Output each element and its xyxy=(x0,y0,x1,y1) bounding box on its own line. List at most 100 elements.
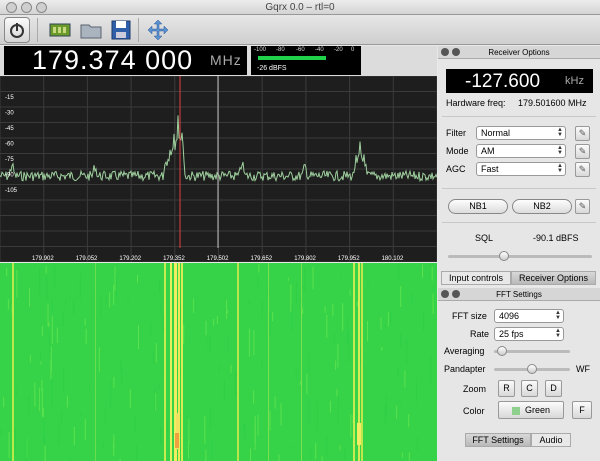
mode-options-button[interactable]: ✎ xyxy=(575,144,590,159)
meter-level-bar xyxy=(258,56,327,60)
agc-value: Fast xyxy=(481,164,499,174)
zoom-window-button[interactable] xyxy=(36,2,47,13)
fill-toggle-button[interactable]: F xyxy=(572,401,592,419)
spectrum-x-tick-label: 179.902 xyxy=(32,256,54,262)
spectrum-canvas[interactable]: -15 -30 -45 -60 -75 -90 -105 179.902 179.052 179… xyxy=(0,76,437,262)
filter-options-button[interactable]: ✎ xyxy=(575,126,590,141)
filter-value: Normal xyxy=(481,128,511,138)
hardware-icon[interactable] xyxy=(48,18,72,42)
meter-scale-label: -40 xyxy=(315,47,324,53)
zoom-demod-button[interactable]: D xyxy=(545,380,562,397)
folder-icon[interactable] xyxy=(79,18,103,42)
receiver-options-title: Receiver Options xyxy=(488,48,550,57)
float-dock-icon[interactable] xyxy=(441,290,449,298)
close-dock-icon[interactable] xyxy=(452,48,460,56)
wrench-icon: ✎ xyxy=(578,128,587,138)
filter-label: Filter xyxy=(446,128,466,138)
rate-label: Rate xyxy=(470,329,490,339)
meter-scale-label: -60 xyxy=(296,47,305,53)
agc-options-button[interactable]: ✎ xyxy=(575,162,590,177)
offset-value[interactable]: -127.600 xyxy=(465,71,540,93)
zoom-label: Zoom xyxy=(463,384,487,394)
hardware-freq-label: Hardware freq: xyxy=(446,98,506,108)
updown-arrow-icon: ▲ ▼ xyxy=(557,127,563,138)
pandapter-waterfall-slider[interactable] xyxy=(494,364,570,374)
spectrum-y-tick-label: -45 xyxy=(5,126,14,132)
noise-blanker-options-button[interactable]: ✎ xyxy=(575,199,590,214)
color-swatch xyxy=(511,406,520,415)
offset-unit: kHz xyxy=(565,75,584,87)
spectrum-y-tick-label: -30 xyxy=(5,111,14,117)
meter-scale-label: -20 xyxy=(334,47,343,53)
waterfall-display[interactable] xyxy=(0,263,437,461)
spectrum-x-tick-label: 179.952 xyxy=(338,256,360,262)
float-dock-icon[interactable] xyxy=(441,48,449,56)
minimize-window-button[interactable] xyxy=(21,2,32,13)
spectrum-x-tick-label: 179.202 xyxy=(119,256,141,262)
squelch-slider[interactable] xyxy=(448,251,592,261)
updown-arrow-icon: ▲ ▼ xyxy=(557,145,563,156)
color-value: Green xyxy=(524,405,550,415)
divider xyxy=(442,222,596,223)
zoom-reset-button[interactable]: R xyxy=(498,380,515,397)
waterfall-label: WF xyxy=(576,364,590,374)
meter-reading: -26 dBFS xyxy=(257,65,287,72)
wrench-icon: ✎ xyxy=(578,164,587,174)
spectrum-x-tick-label: 179.652 xyxy=(251,256,273,262)
toolbar-separator xyxy=(138,18,139,42)
save-icon[interactable] xyxy=(109,18,133,42)
power-icon xyxy=(10,23,24,38)
pandapter-slider-handle[interactable] xyxy=(527,364,537,374)
close-dock-icon[interactable] xyxy=(452,290,460,298)
spectrum-y-tick-label: -75 xyxy=(5,157,14,163)
receiver-options-title-bar: Receiver Options xyxy=(438,46,600,59)
title-bar: Gqrx 0.0 – rtl=0 xyxy=(0,0,600,15)
waterfall-canvas xyxy=(0,263,437,461)
spectrum-x-tick-label: 179.352 xyxy=(163,256,185,262)
color-label: Color xyxy=(463,406,485,416)
tab-fft-settings[interactable]: FFT Settings xyxy=(465,433,531,447)
spectrum-y-tick-label: -105 xyxy=(5,188,18,194)
frequency-display[interactable]: 179.374 000 MHz xyxy=(4,46,247,75)
mode-value: AM xyxy=(481,146,495,156)
color-button[interactable]: Green xyxy=(498,401,564,419)
nb1-button[interactable]: NB1 xyxy=(448,199,508,214)
spectrum-x-tick-label: 179.802 xyxy=(294,256,316,262)
updown-arrow-icon: ▲ ▼ xyxy=(555,328,561,339)
rate-value: 25 fps xyxy=(499,329,524,339)
averaging-slider[interactable] xyxy=(494,346,570,356)
tab-audio[interactable]: Audio xyxy=(531,433,571,447)
wrench-icon: ✎ xyxy=(578,146,587,156)
mode-select[interactable]: AM ▲ ▼ xyxy=(476,144,566,158)
zoom-center-button[interactable]: C xyxy=(521,380,538,397)
frequency-unit: MHz xyxy=(210,52,242,68)
offset-frequency-display[interactable]: -127.600 kHz xyxy=(446,69,593,93)
nb2-button[interactable]: NB2 xyxy=(512,199,572,214)
window-title: Gqrx 0.0 – rtl=0 xyxy=(265,2,335,13)
rate-select[interactable]: 25 fps ▲ ▼ xyxy=(494,327,564,341)
squelch-slider-handle[interactable] xyxy=(498,251,509,261)
fullscreen-icon[interactable] xyxy=(146,18,170,42)
averaging-slider-handle[interactable] xyxy=(497,346,508,356)
fft-size-select[interactable]: 4096 ▲ ▼ xyxy=(494,309,564,323)
fft-settings-title: FFT Settings xyxy=(496,290,542,299)
pandapter-label: Pandapter xyxy=(444,364,486,374)
signal-meter: -100 -80 -60 -40 -20 0 -26 dBFS xyxy=(251,46,361,75)
spectrum-y-tick-label: -60 xyxy=(5,142,14,148)
agc-select[interactable]: Fast ▲ ▼ xyxy=(476,162,566,176)
spectrum-x-tick-label: 179.052 xyxy=(76,256,98,262)
power-button[interactable] xyxy=(4,17,30,43)
tab-receiver-options[interactable]: Receiver Options xyxy=(511,271,596,285)
mode-label: Mode xyxy=(446,146,469,156)
close-window-button[interactable] xyxy=(6,2,17,13)
wrench-icon: ✎ xyxy=(578,201,587,211)
filter-select[interactable]: Normal ▲ ▼ xyxy=(476,126,566,140)
fft-size-label: FFT size xyxy=(452,311,487,321)
averaging-label: Averaging xyxy=(444,346,485,356)
frequency-value[interactable]: 179.374 000 xyxy=(32,46,193,75)
spectrum-plot[interactable]: -15 -30 -45 -60 -75 -90 -105 179.902 179.052 179… xyxy=(0,76,437,262)
tab-input-controls[interactable]: Input controls xyxy=(441,271,511,285)
meter-scale-label: 0 xyxy=(351,47,355,53)
divider xyxy=(442,188,596,189)
fft-size-value: 4096 xyxy=(499,311,520,321)
